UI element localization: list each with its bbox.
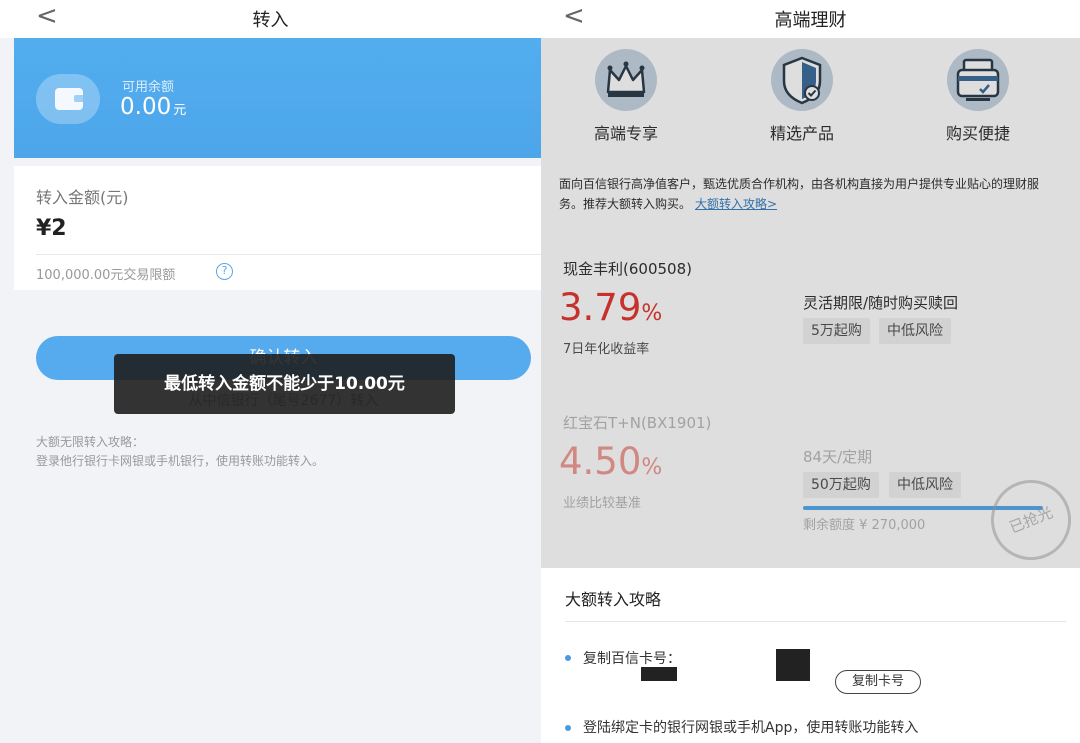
card-reader-icon: [947, 49, 1009, 111]
divider: [36, 254, 541, 255]
crown-icon: [595, 49, 657, 111]
product-rate-label: 7日年化收益率: [563, 342, 650, 357]
product-period: 84天/定期: [803, 448, 873, 466]
tips-body: 登录他行银行卡网银或手机银行，使用转账功能转入。: [36, 454, 325, 468]
error-toast: 最低转入金额不能少于10.00元: [114, 354, 455, 414]
product-rate-label: 业绩比较基准: [563, 496, 642, 511]
balance-label: 可用余额: [122, 80, 175, 95]
amount-label: 转入金额(元): [36, 188, 129, 207]
wallet-icon: [36, 74, 100, 124]
feature-label: 购买便捷: [945, 124, 1010, 143]
shield-icon: [771, 49, 833, 111]
page-title: 转入: [252, 10, 289, 31]
bullet-dot: [565, 655, 571, 661]
remaining-quota: 剩余额度 ¥ 270,000: [803, 518, 926, 533]
premium-wealth-screen: < 高端理财 高端专享 精选产品 购买便捷 面向百信银行高净值客户，甄选优质合作…: [541, 0, 1080, 743]
amount-section: 转入金额(元) ¥2 100,000.00元交易限额 ?: [14, 166, 541, 290]
feature-item: 购买便捷: [903, 48, 1053, 144]
amount-input[interactable]: ¥2: [36, 216, 67, 241]
divider: [565, 621, 1066, 622]
balance-card: 可用余额 0.00 元: [14, 38, 541, 158]
nav-bar: < 转入: [0, 0, 541, 38]
product-name: 现金丰利(600508): [563, 260, 692, 278]
balance-value: 0.00 元: [120, 94, 187, 120]
product-tag: 50万起购: [803, 472, 879, 498]
page-title: 高端理财: [774, 10, 847, 31]
tips-title: 大额无限转入攻略：: [36, 435, 145, 449]
product-card[interactable]: 红宝石T+N(BX1901) 4.50% 业绩比较基准 84天/定期 50万起购…: [541, 394, 1080, 573]
sheet-title: 大额转入攻略: [565, 590, 662, 609]
nav-bar: < 高端理财: [541, 0, 1080, 38]
help-icon[interactable]: ?: [216, 263, 233, 280]
feature-label: 高端专享: [593, 124, 658, 143]
copy-card-number-button[interactable]: 复制卡号: [835, 670, 921, 694]
product-tag: 中低风险: [889, 472, 961, 498]
product-name: 红宝石T+N(BX1901): [563, 414, 712, 432]
product-tag: 5万起购: [803, 318, 870, 344]
step-bank-transfer: 登陆绑定卡的银行网银或手机App，使用转账功能转入: [583, 720, 919, 736]
transfer-guide-sheet: 大额转入攻略 复制百信卡号： 复制卡号 登陆绑定卡的银行网银或手机App，使用转…: [541, 568, 1080, 743]
feature-row: 高端专享 精选产品 购买便捷: [541, 38, 1080, 156]
step-copy-card: 复制百信卡号：: [583, 651, 681, 667]
balance-unit: 元: [173, 103, 187, 118]
product-period: 灵活期限/随时购买赎回: [803, 294, 959, 312]
product-rate: 3.79%: [559, 286, 663, 329]
product-rate: 4.50%: [559, 440, 663, 483]
transaction-limit-text: 100,000.00元交易限额: [36, 268, 176, 283]
feature-label: 精选产品: [769, 124, 834, 143]
redacted-card-number: [641, 667, 677, 681]
bullet-dot: [565, 725, 571, 731]
product-card[interactable]: 现金丰利(600508) 3.79% 7日年化收益率 灵活期限/随时购买赎回 5…: [541, 240, 1080, 392]
redacted-block: [776, 649, 810, 681]
sold-out-stamp: 已抢光: [978, 467, 1080, 573]
feature-item: 精选产品: [727, 48, 877, 144]
feature-item: 高端专享: [551, 48, 701, 144]
intro-text: 面向百信银行高净值客户，甄选优质合作机构，由各机构直接为用户提供专业贴心的理财服…: [541, 164, 1080, 230]
transfer-guide-link[interactable]: 大额转入攻略>: [695, 197, 777, 211]
product-tag: 中低风险: [879, 318, 951, 344]
transfer-in-screen: < 转入 可用余额 0.00 元 转入金额(元) ¥2 100,000.00元交易…: [0, 0, 541, 743]
